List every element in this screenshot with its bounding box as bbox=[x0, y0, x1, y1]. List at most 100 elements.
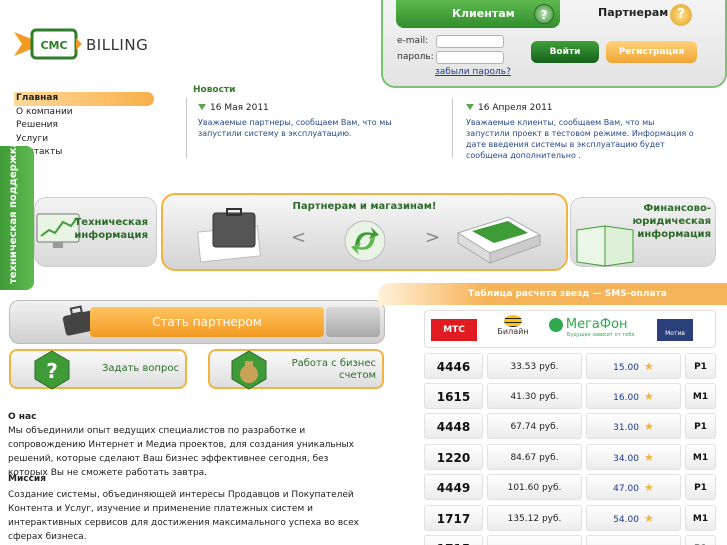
svg-text:?: ? bbox=[46, 359, 58, 383]
prefix-code: P1 bbox=[685, 535, 716, 545]
nav-item-about[interactable]: О компании bbox=[14, 106, 154, 120]
news-date: 16 Апреля 2011 bbox=[466, 103, 553, 113]
exchange-icon bbox=[344, 220, 386, 262]
support-tab-label: техническая поддержка bbox=[8, 140, 19, 284]
prefix-code: M1 bbox=[685, 505, 716, 531]
tab-clients-label: Клиентам bbox=[452, 7, 515, 20]
business-account-button[interactable]: Работа с бизнес счетом bbox=[208, 349, 384, 390]
short-number: 1717 bbox=[424, 505, 483, 531]
stars-value: 15.00 ★ bbox=[586, 353, 681, 379]
help-icon[interactable]: ? bbox=[670, 4, 692, 26]
stars-value: 54.00 ★ bbox=[586, 505, 681, 531]
stars-value: 34.00 ★ bbox=[586, 444, 681, 470]
operators-row: МТС Билайн МегаФон Будущее зависит от те… bbox=[424, 310, 716, 348]
tab-clients[interactable]: Клиентам ? bbox=[396, 0, 560, 28]
finance-info-banner[interactable]: Финансово-юридическая информация bbox=[570, 197, 716, 267]
prefix-code: P1 bbox=[685, 474, 716, 500]
star-icon: ★ bbox=[643, 390, 654, 403]
partners-banner[interactable]: Партнерам и магазинам! < > bbox=[161, 193, 568, 271]
beeline-icon bbox=[504, 315, 522, 327]
triangle-icon bbox=[198, 104, 206, 110]
table-row: 1715 P1 bbox=[424, 535, 716, 545]
short-number: 1615 bbox=[424, 383, 483, 409]
news-text[interactable]: Уважаемые клиенты, сообщаем Вам, что мы … bbox=[466, 117, 694, 161]
ask-question-label: Задать вопрос bbox=[102, 363, 179, 374]
logo-word: BILLING bbox=[86, 36, 149, 54]
support-tab[interactable]: техническая поддержка bbox=[0, 141, 34, 290]
news-title: Новости bbox=[193, 85, 236, 95]
stars-table-header: Таблица расчета звезд — SMS-оплата bbox=[378, 283, 727, 305]
price-rub: 84.67 руб. bbox=[487, 444, 582, 470]
password-field[interactable] bbox=[436, 51, 504, 64]
beeline-logo: Билайн bbox=[493, 315, 533, 336]
email-field[interactable] bbox=[436, 35, 504, 48]
stars-value bbox=[586, 535, 681, 545]
cash-register-icon bbox=[456, 216, 542, 264]
star-icon: ★ bbox=[643, 360, 654, 373]
login-button[interactable]: Войти bbox=[531, 41, 599, 63]
star-icon: ★ bbox=[643, 451, 654, 464]
news-text[interactable]: Уважаемые партнеры, сообщаем Вам, что мы… bbox=[198, 117, 426, 139]
megafon-logo: МегаФон Будущее зависит от тебя bbox=[549, 317, 649, 338]
nav-item-home[interactable]: Главная bbox=[14, 92, 154, 106]
register-button[interactable]: Регистрация bbox=[606, 41, 697, 63]
prefix-code: P1 bbox=[685, 413, 716, 439]
short-number: 4446 bbox=[424, 353, 483, 379]
price-rub: 67.74 руб. bbox=[487, 413, 582, 439]
star-icon: ★ bbox=[643, 512, 654, 525]
logo-mark: CMC bbox=[14, 28, 82, 60]
news-date: 16 Мая 2011 bbox=[198, 103, 269, 113]
next-arrow[interactable]: > bbox=[425, 227, 440, 248]
help-icon[interactable]: ? bbox=[534, 4, 554, 24]
question-icon: ? bbox=[34, 350, 70, 390]
short-number: 1715 bbox=[424, 535, 483, 545]
email-label: e-mail: bbox=[397, 36, 429, 46]
tech-info-title: Техническая информация bbox=[74, 217, 148, 241]
tab-partners[interactable]: Партнерам bbox=[598, 6, 668, 19]
stars-value: 47.00 ★ bbox=[586, 474, 681, 500]
short-number: 4449 bbox=[424, 474, 483, 500]
motiv-logo: Мотив bbox=[657, 319, 693, 341]
megafon-icon bbox=[549, 317, 563, 332]
logo[interactable]: CMC BILLING bbox=[14, 26, 148, 66]
mts-logo: МТС bbox=[431, 319, 477, 341]
star-icon: ★ bbox=[643, 481, 654, 494]
become-partner-button[interactable]: Стать партнером bbox=[9, 300, 385, 344]
mission-text: Создание системы, объединяющей интересы … bbox=[8, 490, 359, 542]
prefix-code: M1 bbox=[685, 444, 716, 470]
ask-question-button[interactable]: ? Задать вопрос bbox=[9, 349, 187, 390]
tech-info-banner[interactable]: Техническая информация bbox=[34, 197, 157, 267]
news-divider bbox=[452, 98, 453, 158]
price-rub: 135.12 руб. bbox=[487, 505, 582, 531]
table-row: 4448 67.74 руб. 31.00 ★ P1 bbox=[424, 413, 716, 439]
short-number: 4448 bbox=[424, 413, 483, 439]
prev-arrow[interactable]: < bbox=[291, 227, 306, 248]
price-rub: 41.30 руб. bbox=[487, 383, 582, 409]
book-icon bbox=[576, 225, 634, 267]
about-title: О нас bbox=[8, 412, 37, 422]
forgot-password-link[interactable]: забыли пароль? bbox=[435, 67, 511, 77]
about-text: Мы объединили опыт ведущих специалистов … bbox=[8, 426, 354, 478]
become-partner-label: Стать партнером bbox=[90, 307, 324, 337]
table-row: 1717 135.12 руб. 54.00 ★ M1 bbox=[424, 505, 716, 531]
price-rub: 33.53 руб. bbox=[487, 353, 582, 379]
star-icon: ★ bbox=[643, 420, 654, 433]
price-rub: 101.60 руб. bbox=[487, 474, 582, 500]
nav-item-contacts[interactable]: Контакты bbox=[14, 146, 154, 160]
price-rub bbox=[487, 535, 582, 545]
nav-item-services[interactable]: Услуги bbox=[14, 133, 154, 147]
prefix-code: M1 bbox=[685, 383, 716, 409]
stars-value: 16.00 ★ bbox=[586, 383, 681, 409]
news-divider bbox=[186, 98, 187, 158]
logo-cmc: CMC bbox=[40, 39, 67, 52]
triangle-icon bbox=[466, 104, 474, 110]
table-row: 1220 84.67 руб. 34.00 ★ M1 bbox=[424, 444, 716, 470]
nav-item-solutions[interactable]: Решения bbox=[14, 119, 154, 133]
business-account-label: Работа с бизнес счетом bbox=[291, 358, 376, 381]
prefix-code: P1 bbox=[685, 353, 716, 379]
stars-value: 31.00 ★ bbox=[586, 413, 681, 439]
password-label: пароль: bbox=[397, 52, 434, 62]
main-nav: Главная О компании Решения Услуги Контак… bbox=[14, 92, 154, 160]
short-number: 1220 bbox=[424, 444, 483, 470]
money-bag-icon bbox=[231, 350, 267, 390]
